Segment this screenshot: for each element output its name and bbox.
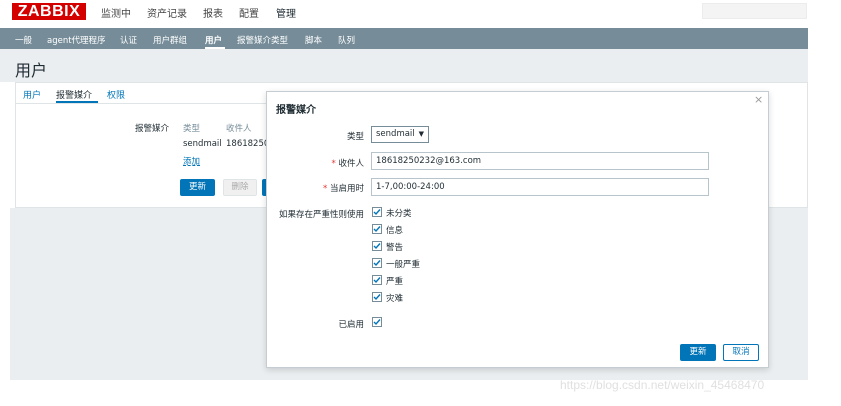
dropdown-arrow-icon: ▼ xyxy=(418,130,424,138)
tab-user[interactable]: 用户 xyxy=(23,88,41,101)
subnav-queue[interactable]: 队列 xyxy=(338,34,355,46)
severity-high-label: 严重 xyxy=(386,277,404,287)
severity-checkbox-warning[interactable] xyxy=(372,241,382,251)
type-select-value: sendmail xyxy=(376,129,415,139)
nav-administration[interactable]: 管理 xyxy=(276,5,296,20)
subnav-general[interactable]: 一般 xyxy=(15,34,32,46)
type-select[interactable]: sendmail ▼ xyxy=(371,126,429,143)
severity-checkbox-average[interactable] xyxy=(372,258,382,268)
subnav-proxies[interactable]: agent代理程序 xyxy=(47,34,106,46)
zabbix-logo[interactable]: ZABBIX xyxy=(12,3,86,20)
severity-checkbox-information[interactable] xyxy=(372,224,382,234)
type-label: 类型 xyxy=(346,132,364,142)
recipient-input[interactable]: 18618250232@163.com xyxy=(371,152,709,170)
when-active-label: * 当启用时 xyxy=(323,184,364,194)
tab-active-indicator xyxy=(56,101,98,103)
enabled-checkbox[interactable] xyxy=(372,317,382,327)
watermark-text: https://blog.csdn.net/weixin_45468470 xyxy=(560,378,765,392)
page-title: 用户 xyxy=(15,61,48,80)
subnav-media-types[interactable]: 报警媒介类型 xyxy=(237,34,288,46)
severity-information-label: 信息 xyxy=(386,226,404,236)
subnav-users[interactable]: 用户 xyxy=(205,34,222,46)
user-delete-button[interactable]: 删除 xyxy=(223,179,257,196)
when-active-input[interactable]: 1-7,00:00-24:00 xyxy=(371,178,709,196)
media-row-type: sendmail xyxy=(183,139,222,149)
enabled-label: 已启用 xyxy=(338,320,364,330)
tab-media[interactable]: 报警媒介 xyxy=(56,88,92,101)
media-col-type: 类型 xyxy=(183,124,201,134)
media-label: 报警媒介 xyxy=(135,124,170,134)
severity-not-classified-label: 未分类 xyxy=(386,209,412,219)
nav-configuration[interactable]: 配置 xyxy=(239,5,259,20)
dialog-cancel-button[interactable]: 取消 xyxy=(723,344,759,361)
severity-disaster-label: 灾难 xyxy=(386,294,404,304)
nav-monitoring[interactable]: 监测中 xyxy=(101,5,131,20)
media-col-recipient: 收件人 xyxy=(226,124,252,134)
severity-average-label: 一般严重 xyxy=(386,260,421,270)
severity-warning-label: 警告 xyxy=(386,243,404,253)
subnav-scripts[interactable]: 脚本 xyxy=(305,34,322,46)
severity-label: 如果存在严重性则使用 xyxy=(278,210,364,220)
add-media-link[interactable]: 添加 xyxy=(183,155,200,167)
severity-checkbox-disaster[interactable] xyxy=(372,292,382,302)
dialog-update-button[interactable]: 更新 xyxy=(680,344,716,361)
dialog-title: 报警媒介 xyxy=(276,105,316,116)
recipient-label: * 收件人 xyxy=(331,159,364,169)
nav-inventory[interactable]: 资产记录 xyxy=(147,5,187,20)
tabs-divider xyxy=(15,103,269,104)
subnav-authentication[interactable]: 认证 xyxy=(120,34,137,46)
severity-checkbox-not-classified[interactable] xyxy=(372,207,382,217)
nav-reports[interactable]: 报表 xyxy=(203,5,223,20)
severity-checkbox-high[interactable] xyxy=(372,275,382,285)
tab-permissions[interactable]: 权限 xyxy=(107,88,125,101)
close-icon[interactable]: × xyxy=(754,93,763,106)
user-update-button[interactable]: 更新 xyxy=(180,179,215,196)
page-header xyxy=(0,49,808,82)
global-search-input[interactable] xyxy=(702,3,807,19)
subnav-user-groups[interactable]: 用户群组 xyxy=(153,34,187,46)
